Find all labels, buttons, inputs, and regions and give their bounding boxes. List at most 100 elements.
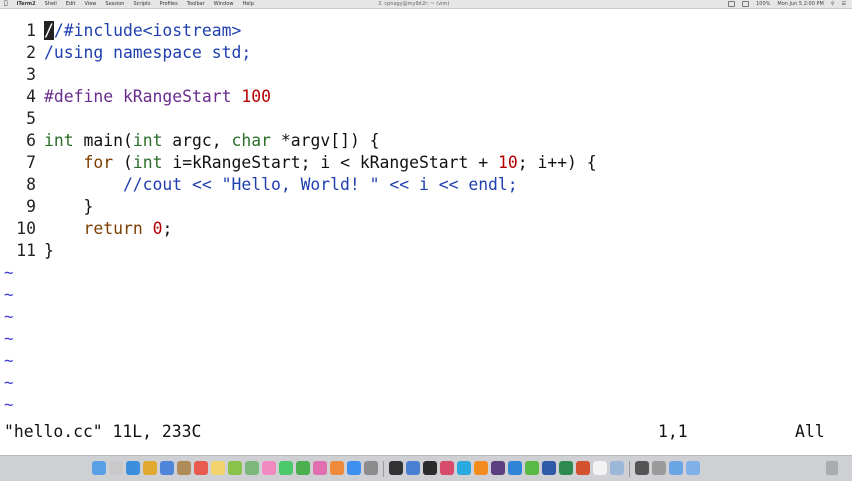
volume-icon[interactable]	[742, 1, 750, 7]
line-number: 5	[26, 109, 36, 128]
activity-icon[interactable]	[635, 461, 649, 475]
code-text[interactable]: #define kRangeStart 100	[44, 86, 271, 108]
menu-scripts[interactable]: Scripts	[133, 0, 150, 8]
code-line[interactable]: 11}	[0, 240, 54, 262]
preview-icon[interactable]	[610, 461, 624, 475]
facetime-icon[interactable]	[296, 461, 310, 475]
reminders-icon[interactable]	[228, 461, 242, 475]
calendar-icon[interactable]	[194, 461, 208, 475]
cursor-position: 1,1	[658, 422, 688, 441]
wifi-icon[interactable]	[728, 1, 736, 7]
downloads-icon[interactable]	[686, 461, 700, 475]
xcode-icon[interactable]	[406, 461, 420, 475]
code-line[interactable]: 7 for (int i=kRangeStart; i < kRangeStar…	[0, 152, 597, 174]
empty-line-marker: ~	[4, 307, 14, 326]
line-number: 2	[26, 43, 36, 62]
finder-icon[interactable]	[92, 461, 106, 475]
code-token: for	[83, 153, 114, 172]
code-line[interactable]: 9 }	[0, 196, 93, 218]
contacts-icon[interactable]	[177, 461, 191, 475]
vim-editor[interactable]: 1//#include<iostream> 2/using namespace s…	[0, 20, 852, 420]
code-text[interactable]: //#include<iostream>	[44, 20, 241, 42]
skype-icon[interactable]	[457, 461, 471, 475]
menu-profiles[interactable]: Profiles	[160, 0, 178, 8]
menu-toolbar[interactable]: Toolbar	[187, 0, 205, 8]
ibooks-icon[interactable]	[330, 461, 344, 475]
menu-session[interactable]: Session	[105, 0, 124, 8]
dock-separator	[629, 461, 630, 477]
empty-line-marker: ~	[4, 329, 14, 348]
code-token: i=kRangeStart; i < kRangeStart +	[162, 153, 498, 172]
code-line[interactable]: 6 int main(int argc, char *argv[]) {	[0, 130, 379, 152]
code-line[interactable]: 5	[0, 108, 36, 130]
code-line[interactable]: 3	[0, 64, 36, 86]
code-token: int	[44, 131, 74, 150]
code-text[interactable]: int main(int argc, char *argv[]) {	[44, 130, 380, 152]
preferences-icon[interactable]	[364, 461, 378, 475]
code-token: *argv[]) {	[271, 131, 380, 150]
slack-icon[interactable]	[491, 461, 505, 475]
code-text[interactable]: //cout << "Hello, World! " << i << endl;	[44, 174, 518, 196]
powerpoint-icon[interactable]	[576, 461, 590, 475]
messages-icon[interactable]	[279, 461, 293, 475]
clock[interactable]: Mon Jun 5 2:00 PM	[777, 0, 823, 8]
apple-icon[interactable]: 	[4, 0, 8, 8]
code-token: #define kRangeStart	[44, 87, 242, 106]
terminal-icon[interactable]	[389, 461, 403, 475]
folder-icon[interactable]	[669, 461, 683, 475]
menu-view[interactable]: View	[85, 0, 97, 8]
menu-window[interactable]: Window	[214, 0, 234, 8]
menu-shell[interactable]: Shell	[45, 0, 57, 8]
safari-icon[interactable]	[126, 461, 140, 475]
line-number: 4	[26, 87, 36, 106]
evernote-icon[interactable]	[525, 461, 539, 475]
launchpad-icon[interactable]	[109, 461, 123, 475]
photos-icon[interactable]	[262, 461, 276, 475]
menu-app-name[interactable]: iTerm2	[17, 0, 36, 8]
menu-bar-left:  iTerm2 Shell Edit View Session Scripts…	[4, 0, 254, 8]
itunes-icon[interactable]	[313, 461, 327, 475]
iterm-icon[interactable]	[423, 461, 437, 475]
list-icon[interactable]: ☰	[842, 0, 846, 8]
trash-icon[interactable]	[826, 461, 838, 475]
textedit-icon[interactable]	[593, 461, 607, 475]
chrome-icon[interactable]	[143, 461, 157, 475]
dropbox-icon[interactable]	[508, 461, 522, 475]
notes-icon[interactable]	[211, 461, 225, 475]
code-line[interactable]: 10 return 0;	[0, 218, 172, 240]
code-token: ; i++) {	[517, 153, 597, 172]
search-icon[interactable]: ⚲	[831, 0, 835, 8]
appstore-icon[interactable]	[347, 461, 361, 475]
code-text[interactable]: }	[44, 240, 54, 262]
code-line[interactable]: 8 //cout << "Hello, World! " << i << end…	[0, 174, 518, 196]
menu-bar:  iTerm2 Shell Edit View Session Scripts…	[0, 0, 852, 9]
mail-icon[interactable]	[160, 461, 174, 475]
calculator-icon[interactable]	[652, 461, 666, 475]
code-line[interactable]: 2/using namespace std;	[0, 42, 251, 64]
line-number: 7	[26, 153, 36, 172]
code-token: int	[132, 153, 163, 172]
vlc-icon[interactable]	[474, 461, 488, 475]
empty-line-marker: ~	[4, 395, 14, 414]
code-text[interactable]: /using namespace std;	[44, 42, 251, 64]
excel-icon[interactable]	[559, 461, 573, 475]
line-number: 6	[26, 131, 36, 150]
word-icon[interactable]	[542, 461, 556, 475]
battery-status[interactable]: 100%	[756, 0, 770, 8]
code-text[interactable]: return 0;	[44, 218, 172, 240]
maps-icon[interactable]	[245, 461, 259, 475]
dock	[0, 455, 852, 481]
empty-line-marker: ~	[4, 285, 14, 304]
code-token: main(	[73, 131, 133, 150]
menu-help[interactable]: Help	[242, 0, 253, 8]
music-icon[interactable]	[440, 461, 454, 475]
code-text[interactable]: for (int i=kRangeStart; i < kRangeStart …	[44, 152, 597, 174]
code-line[interactable]: 1 //#include<iostream>	[0, 20, 241, 42]
code-token: argc,	[162, 131, 232, 150]
code-token: /#include<iostream>	[53, 21, 242, 40]
code-line[interactable]: 4 #define kRangeStart 100	[0, 86, 271, 108]
code-text[interactable]: }	[44, 196, 93, 218]
line-number: 8	[26, 175, 36, 194]
menu-edit[interactable]: Edit	[66, 0, 76, 8]
